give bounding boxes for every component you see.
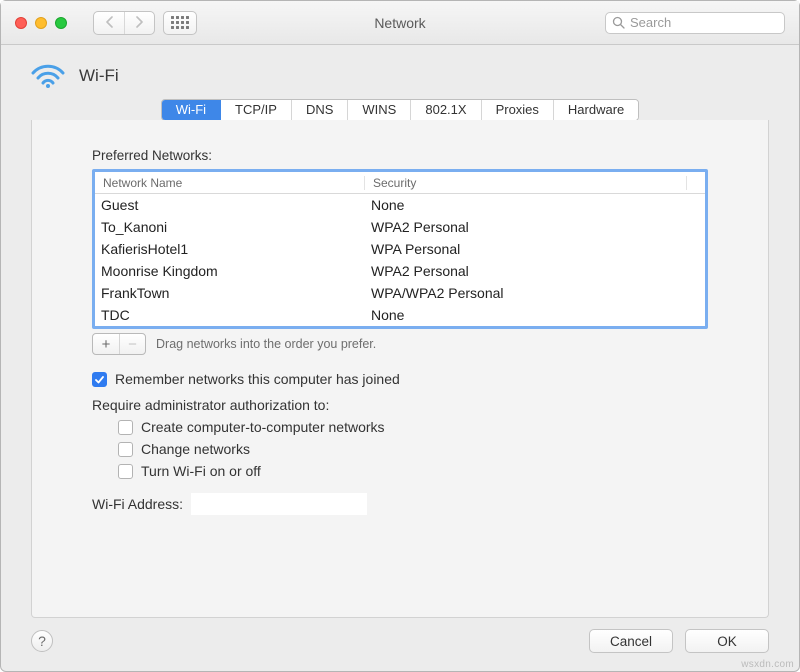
help-button[interactable]: ? bbox=[31, 630, 53, 652]
back-button[interactable] bbox=[94, 12, 124, 34]
tab-dns[interactable]: DNS bbox=[292, 100, 348, 120]
require-admin-options: Create computer-to-computer networks Cha… bbox=[118, 419, 708, 479]
remember-checkbox[interactable] bbox=[92, 372, 107, 387]
cell-name: TDC bbox=[95, 307, 365, 323]
watermark: wsxdn.com bbox=[741, 659, 794, 670]
require-admin-label: Require administrator authorization to: bbox=[92, 397, 708, 413]
cell-security: None bbox=[365, 307, 705, 323]
tab-hardware[interactable]: Hardware bbox=[554, 100, 638, 120]
wifi-address-value bbox=[191, 493, 367, 515]
toolbar-nav bbox=[93, 11, 197, 35]
search-icon bbox=[612, 16, 625, 29]
wifi-icon bbox=[31, 63, 65, 89]
wifi-address-label: Wi-Fi Address: bbox=[92, 496, 183, 512]
drag-hint: Drag networks into the order you prefer. bbox=[156, 337, 376, 351]
question-icon: ? bbox=[38, 633, 46, 649]
search-placeholder: Search bbox=[630, 15, 671, 30]
network-window: Network Search Wi-Fi Wi- bbox=[0, 0, 800, 672]
wifi-address-row: Wi-Fi Address: bbox=[92, 493, 708, 515]
tab-8021x[interactable]: 802.1X bbox=[411, 100, 481, 120]
add-remove-bar: + − Drag networks into the order you pre… bbox=[92, 333, 708, 355]
minus-icon: − bbox=[128, 336, 137, 353]
titlebar: Network Search bbox=[1, 1, 799, 45]
tabbar: Wi-Fi TCP/IP DNS WINS 802.1X Proxies Har… bbox=[1, 99, 799, 121]
table-row[interactable]: TDC None bbox=[95, 304, 705, 326]
table-row[interactable]: Guest None bbox=[95, 194, 705, 216]
remember-row: Remember networks this computer has join… bbox=[92, 371, 708, 387]
preferred-networks-table[interactable]: Network Name Security Guest None To_Kano… bbox=[92, 169, 708, 329]
pane-title: Wi-Fi bbox=[79, 66, 119, 86]
chevron-left-icon bbox=[105, 15, 114, 31]
chevron-right-icon bbox=[135, 15, 144, 31]
table-row[interactable]: To_Kanoni WPA2 Personal bbox=[95, 216, 705, 238]
cell-security: WPA2 Personal bbox=[365, 219, 705, 235]
search-input[interactable]: Search bbox=[605, 12, 785, 34]
window-controls bbox=[1, 17, 67, 29]
require-change-networks-checkbox[interactable] bbox=[118, 442, 133, 457]
cell-name: Moonrise Kingdom bbox=[95, 263, 365, 279]
remember-label: Remember networks this computer has join… bbox=[115, 371, 400, 387]
cell-security: WPA2 Personal bbox=[365, 263, 705, 279]
cell-security: WPA/WPA2 Personal bbox=[365, 285, 705, 301]
table-row[interactable]: Moonrise Kingdom WPA2 Personal bbox=[95, 260, 705, 282]
col-security[interactable]: Security bbox=[365, 176, 687, 190]
table-row[interactable]: FrankTown WPA/WPA2 Personal bbox=[95, 282, 705, 304]
grid-icon bbox=[171, 16, 189, 29]
cell-name: To_Kanoni bbox=[95, 219, 365, 235]
pane-header: Wi-Fi bbox=[1, 45, 799, 95]
cell-name: FrankTown bbox=[95, 285, 365, 301]
nav-back-forward bbox=[93, 11, 155, 35]
table-row[interactable]: KafierisHotel1 WPA Personal bbox=[95, 238, 705, 260]
tab-wifi[interactable]: Wi-Fi bbox=[162, 100, 221, 120]
minimize-window-button[interactable] bbox=[35, 17, 47, 29]
cell-security: WPA Personal bbox=[365, 241, 705, 257]
ok-button[interactable]: OK bbox=[685, 629, 769, 653]
cell-name: KafierisHotel1 bbox=[95, 241, 365, 257]
require-change-networks-label: Change networks bbox=[141, 441, 250, 457]
plus-icon: + bbox=[102, 336, 111, 353]
require-create-adhoc-checkbox[interactable] bbox=[118, 420, 133, 435]
tab-tcpip[interactable]: TCP/IP bbox=[221, 100, 292, 120]
tab-proxies[interactable]: Proxies bbox=[482, 100, 554, 120]
footer: ? Cancel OK bbox=[1, 619, 799, 671]
preferred-networks-label: Preferred Networks: bbox=[92, 148, 708, 163]
show-all-button[interactable] bbox=[163, 11, 197, 35]
zoom-window-button[interactable] bbox=[55, 17, 67, 29]
cell-name: Guest bbox=[95, 197, 365, 213]
col-network-name[interactable]: Network Name bbox=[95, 176, 365, 190]
require-toggle-wifi-label: Turn Wi-Fi on or off bbox=[141, 463, 261, 479]
require-create-adhoc-label: Create computer-to-computer networks bbox=[141, 419, 385, 435]
close-window-button[interactable] bbox=[15, 17, 27, 29]
tab-wins[interactable]: WINS bbox=[348, 100, 411, 120]
add-network-button[interactable]: + bbox=[93, 334, 119, 354]
wifi-panel: Preferred Networks: Network Name Securit… bbox=[31, 120, 769, 618]
remove-network-button[interactable]: − bbox=[119, 334, 145, 354]
cancel-button[interactable]: Cancel bbox=[589, 629, 673, 653]
table-header: Network Name Security bbox=[95, 172, 705, 194]
forward-button[interactable] bbox=[124, 12, 154, 34]
require-toggle-wifi-checkbox[interactable] bbox=[118, 464, 133, 479]
cell-security: None bbox=[365, 197, 705, 213]
